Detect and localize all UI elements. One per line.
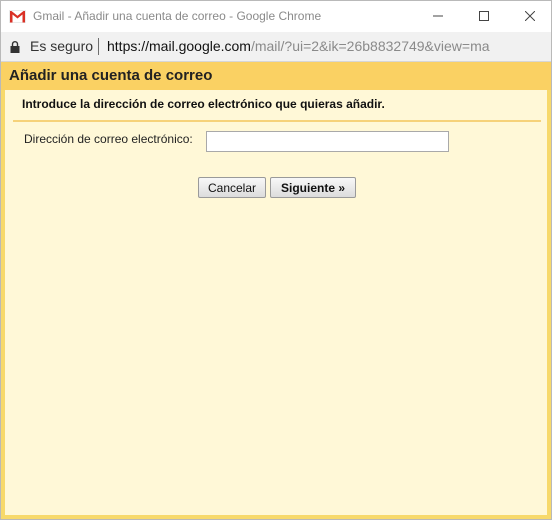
url-host: https://mail.google.com <box>107 38 251 54</box>
instruction-text: Introduce la dirección de correo electró… <box>22 97 385 111</box>
minimize-button[interactable] <box>415 1 461 32</box>
dialog-header: Añadir una cuenta de correo <box>1 62 551 90</box>
email-field[interactable] <box>206 131 449 152</box>
dialog-bottom-border <box>1 515 551 519</box>
address-separator <box>98 38 99 55</box>
lock-icon[interactable] <box>10 40 20 53</box>
minimize-icon <box>433 8 443 26</box>
email-label: Dirección de correo electrónico: <box>24 132 193 146</box>
dialog-title: Añadir una cuenta de correo <box>9 67 213 84</box>
close-button[interactable] <box>507 1 552 32</box>
next-button[interactable]: Siguiente » <box>270 177 356 198</box>
browser-window: Gmail - Añadir una cuenta de correo - Go… <box>0 0 552 520</box>
cancel-button[interactable]: Cancelar <box>198 177 266 198</box>
address-bar[interactable]: Es seguro https://mail.google.com/mail/?… <box>1 32 551 62</box>
url-path: /mail/?ui=2&ik=26b8832749&view=ma <box>250 38 490 54</box>
add-account-dialog: Añadir una cuenta de correo Introduce la… <box>1 62 551 519</box>
window-title: Gmail - Añadir una cuenta de correo - Go… <box>33 9 322 23</box>
secure-label[interactable]: Es seguro <box>30 38 93 54</box>
dialog-left-border <box>1 62 5 519</box>
dialog-right-border <box>547 62 551 519</box>
url-text[interactable]: https://mail.google.com/mail/?ui=2&ik=26… <box>107 38 490 54</box>
maximize-icon <box>479 8 489 26</box>
gmail-icon <box>9 10 26 23</box>
maximize-button[interactable] <box>461 1 507 32</box>
close-icon <box>524 8 536 26</box>
title-bar[interactable]: Gmail - Añadir una cuenta de correo - Go… <box>1 1 551 32</box>
divider <box>13 120 541 122</box>
